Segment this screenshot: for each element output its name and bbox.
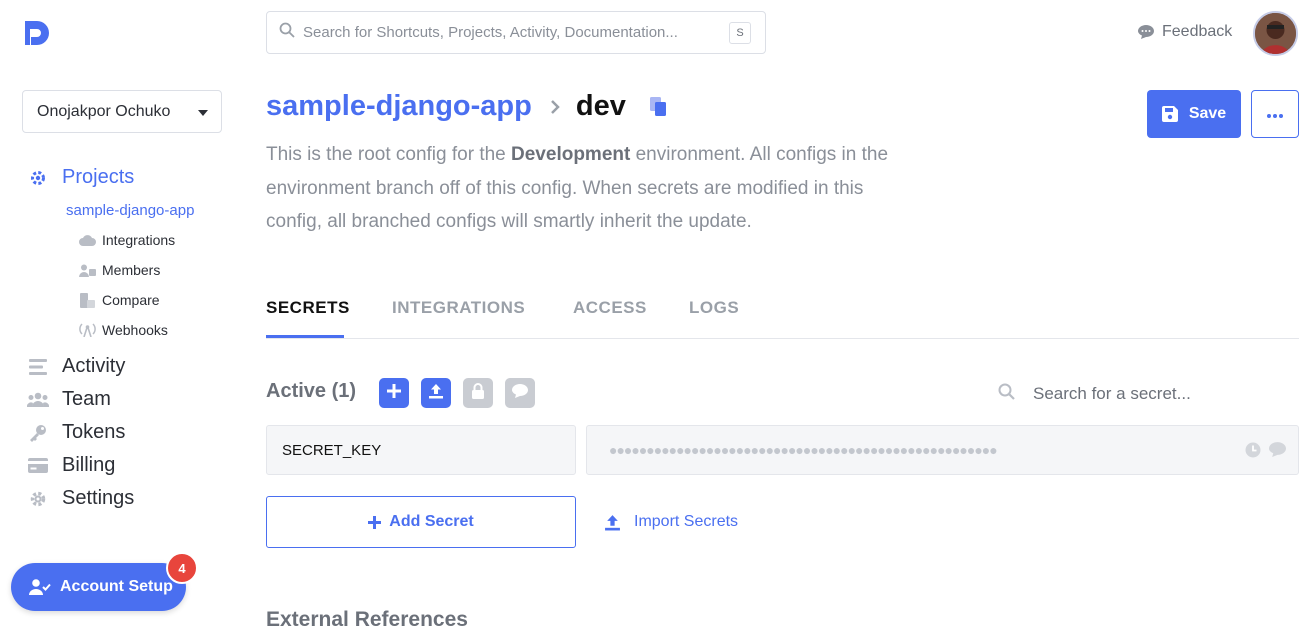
lock-icon (471, 382, 485, 404)
desc-environment: Development (511, 144, 631, 165)
sidebar-item-settings[interactable]: Settings (26, 487, 134, 510)
org-name: Onojakpor Ochuko (37, 102, 171, 120)
sidebar-item-tokens[interactable]: Tokens (26, 421, 125, 444)
activity-icon (26, 358, 50, 375)
secret-value-masked: ●●●●●●●●●●●●●●●●●●●●●●●●●●●●●●●●●●●●●●●●… (609, 442, 998, 458)
lock-button[interactable] (463, 378, 493, 408)
desc-text: This is the root config for the (266, 144, 512, 165)
active-secrets-title: Active (1) (266, 380, 357, 402)
sidebar-item-label: Tokens (62, 421, 126, 443)
sidebar-item-label: Team (62, 388, 111, 410)
upload-button[interactable] (421, 378, 451, 408)
notification-badge: 4 (166, 552, 198, 584)
credit-card-icon (26, 458, 50, 473)
sidebar-item-activity[interactable]: Activity (26, 355, 125, 378)
team-icon (26, 392, 50, 407)
chat-bubble-icon (1138, 25, 1154, 39)
secret-search[interactable] (998, 383, 1233, 405)
note-comment-icon[interactable] (1269, 442, 1286, 461)
sidebar-item-label: Settings (62, 487, 135, 509)
sidebar-item-billing[interactable]: Billing (26, 454, 115, 477)
account-setup-label: Account Setup (60, 578, 173, 595)
save-label: Save (1188, 105, 1227, 122)
upload-icon (604, 514, 621, 531)
sidebar-item-members[interactable]: Members (78, 262, 160, 278)
tab-secrets[interactable]: SECRETS (266, 298, 350, 318)
tab-access[interactable]: ACCESS (573, 298, 647, 318)
breadcrumb: sample-django-app dev (266, 90, 668, 123)
sidebar-item-label: Integrations (102, 232, 176, 248)
ellipsis-icon (1267, 105, 1283, 123)
sidebar-item-label: Webhooks (102, 322, 168, 338)
feedback-label: Feedback (1162, 23, 1233, 40)
history-clock-icon[interactable] (1245, 442, 1261, 461)
plus-icon (387, 383, 401, 403)
sidebar-item-label: Projects (62, 166, 135, 188)
account-setup-button[interactable]: Account Setup (11, 563, 186, 611)
breadcrumb-project[interactable]: sample-django-app (266, 90, 532, 123)
gear-icon (26, 490, 50, 508)
sidebar-item-compare[interactable]: Compare (78, 292, 160, 308)
sidebar-item-integrations[interactable]: Integrations (78, 232, 175, 248)
active-tab-indicator (266, 335, 344, 338)
add-secret-button[interactable]: Add Secret (266, 496, 576, 548)
avatar[interactable] (1253, 11, 1298, 56)
sidebar-item-projects[interactable]: Projects (26, 166, 134, 189)
add-secret-label: Add Secret (389, 513, 474, 530)
copy-icon[interactable] (649, 96, 668, 117)
chevron-right-icon (550, 99, 560, 115)
sidebar-item-label: Members (102, 262, 161, 278)
save-button[interactable]: Save (1147, 90, 1241, 138)
compare-icon (78, 292, 96, 308)
floppy-disk-icon (1161, 106, 1178, 122)
secret-value-actions (1245, 442, 1286, 461)
sidebar-item-webhooks[interactable]: Webhooks (78, 322, 168, 338)
sidebar-item-project[interactable]: sample-django-app (66, 202, 194, 219)
user-check-icon (29, 579, 51, 595)
tab-bar: SECRETS INTEGRATIONS ACCESS LOGS (266, 296, 1299, 339)
external-references-title: External References (266, 608, 468, 631)
sidebar-item-label: Billing (62, 454, 116, 476)
plus-icon (368, 515, 382, 529)
search-icon (279, 22, 295, 43)
secret-key-field[interactable]: SECRET_KEY (266, 425, 576, 475)
feedback-link[interactable]: Feedback (1138, 23, 1232, 41)
key-icon (26, 424, 50, 442)
webhooks-icon (78, 323, 96, 337)
comment-button[interactable] (505, 378, 535, 408)
cloud-icon (78, 234, 96, 246)
import-secrets-button[interactable]: Import Secrets (604, 513, 738, 531)
sidebar-item-team[interactable]: Team (26, 388, 111, 411)
more-options-button[interactable] (1251, 90, 1299, 138)
members-icon (78, 264, 96, 277)
comment-icon (512, 383, 528, 403)
projects-gear-icon (26, 169, 50, 187)
shortcut-key: S (729, 21, 751, 44)
search-icon (998, 383, 1015, 405)
global-search[interactable]: S (266, 11, 766, 54)
add-secret-icon-button[interactable] (379, 378, 409, 408)
import-secrets-label: Import Secrets (634, 513, 739, 530)
upload-icon (428, 383, 444, 404)
org-select[interactable]: Onojakpor Ochuko (22, 90, 222, 133)
tab-integrations[interactable]: INTEGRATIONS (392, 298, 525, 318)
global-search-input[interactable] (303, 24, 729, 41)
secret-search-input[interactable] (1033, 384, 1233, 404)
caret-down-icon (198, 110, 208, 116)
sidebar-item-label: Activity (62, 355, 126, 377)
secret-value-field[interactable]: ●●●●●●●●●●●●●●●●●●●●●●●●●●●●●●●●●●●●●●●●… (586, 425, 1299, 475)
sidebar-item-label: Compare (102, 292, 160, 308)
breadcrumb-environment: dev (575, 90, 626, 122)
tab-logs[interactable]: LOGS (689, 298, 739, 318)
page-description: This is the root config for the Developm… (266, 138, 906, 239)
doppler-logo[interactable] (22, 18, 52, 48)
